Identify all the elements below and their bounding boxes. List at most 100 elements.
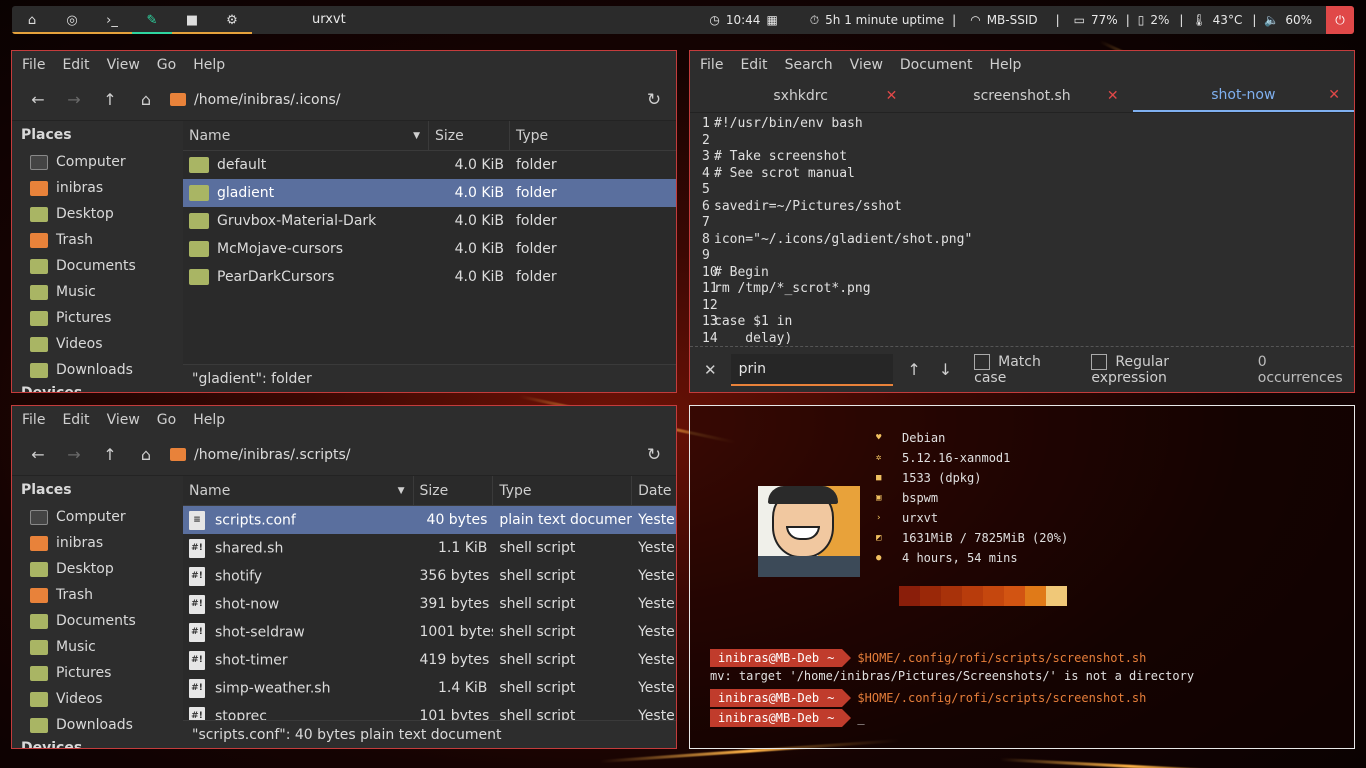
- table-row[interactable]: #!shared.sh 1.1 KiB shell script Yester: [183, 534, 676, 562]
- text-file-icon: ≡: [189, 510, 205, 530]
- menu-help[interactable]: Help: [989, 57, 1021, 73]
- volume-widget[interactable]: 🔈 60%: [1264, 13, 1312, 27]
- wifi-widget[interactable]: ◠ MB-SSID: [970, 13, 1037, 27]
- table-row[interactable]: #!shot-timer 419 bytes shell script Yester: [183, 646, 676, 674]
- reload-button[interactable]: ↻: [640, 90, 668, 110]
- table-row[interactable]: #! shot-seldraw 1001 bytes shell script Yest…: [183, 618, 676, 646]
- folder-icon: [189, 213, 209, 229]
- workspace-2[interactable]: ◎: [52, 6, 92, 34]
- tab-screenshot-sh[interactable]: screenshot.sh ✕: [911, 79, 1132, 112]
- menu-view[interactable]: View: [107, 412, 140, 428]
- close-icon[interactable]: ✕: [1107, 88, 1119, 104]
- back-button[interactable]: ←: [20, 437, 56, 473]
- regex-checkbox[interactable]: Regular expression: [1091, 353, 1245, 386]
- sidebar-item-pictures[interactable]: Pictures: [12, 305, 183, 331]
- menu-file[interactable]: File: [22, 412, 45, 428]
- workspace-3[interactable]: ›_: [92, 6, 132, 34]
- code-line: 8 icon="~/.icons/gladient/shot.png": [702, 231, 973, 247]
- power-button[interactable]: ⏻: [1326, 6, 1354, 34]
- previous-match-button[interactable]: ↑: [907, 360, 920, 379]
- sidebar-item-pictures[interactable]: Pictures: [12, 660, 183, 686]
- file-date-cell: Yester: [638, 680, 676, 696]
- close-find-icon[interactable]: ✕: [704, 361, 717, 379]
- menu-go[interactable]: Go: [157, 412, 176, 428]
- table-row[interactable]: default 4.0 KiB folder: [183, 151, 676, 179]
- sidebar-item-videos[interactable]: Videos: [12, 686, 183, 712]
- col-type[interactable]: Type: [510, 121, 675, 150]
- sidebar-item-desktop[interactable]: Desktop: [12, 556, 183, 582]
- sidebar-item-videos[interactable]: Videos: [12, 331, 183, 357]
- up-button[interactable]: ↑: [92, 82, 128, 118]
- workspace-5[interactable]: ■: [172, 6, 212, 34]
- menu-edit[interactable]: Edit: [62, 412, 89, 428]
- menu-view[interactable]: View: [107, 57, 140, 73]
- col-type[interactable]: Type: [493, 476, 633, 505]
- table-row[interactable]: gladient 4.0 KiB folder: [183, 179, 676, 207]
- clock[interactable]: ◷ 10:44 ▦: [709, 13, 777, 27]
- location-bar[interactable]: /home/inibras/.icons/: [170, 85, 640, 115]
- workspace-4[interactable]: ✎: [132, 6, 172, 34]
- menu-document[interactable]: Document: [900, 57, 973, 73]
- col-size[interactable]: Size: [414, 476, 494, 505]
- sidebar-item-desktop[interactable]: Desktop: [12, 201, 183, 227]
- close-icon[interactable]: ✕: [1328, 87, 1340, 103]
- menu-help[interactable]: Help: [193, 412, 225, 428]
- table-row[interactable]: #!shot-now 391 bytes shell script Yester: [183, 590, 676, 618]
- tab-shot-now[interactable]: shot-now ✕: [1132, 79, 1354, 112]
- line-number: 11: [702, 281, 718, 296]
- terminal-window[interactable]: ♥ Debian ✲ 5.12.16-xanmod1 ■ 1533 (dpkg) ▣ bspw…: [689, 405, 1355, 749]
- workspace-6[interactable]: ⚙: [212, 6, 252, 34]
- table-row[interactable]: #!shotify 356 bytes shell script Yester: [183, 562, 676, 590]
- sidebar-item-trash[interactable]: Trash: [12, 582, 183, 608]
- match-case-checkbox[interactable]: Match case: [974, 353, 1075, 386]
- close-icon[interactable]: ✕: [886, 88, 898, 104]
- up-button[interactable]: ↑: [92, 437, 128, 473]
- menu-search[interactable]: Search: [785, 57, 833, 73]
- sidebar-item-music[interactable]: Music: [12, 279, 183, 305]
- reload-button[interactable]: ↻: [640, 445, 668, 465]
- file-size-cell: 419 bytes: [419, 652, 490, 668]
- table-row[interactable]: PearDarkCursors 4.0 KiB folder: [183, 263, 676, 291]
- table-row[interactable]: ≡ scripts.conf 40 bytes plain text document…: [183, 506, 676, 534]
- sidebar-item-inibras[interactable]: inibras: [12, 175, 183, 201]
- home-button[interactable]: ⌂: [128, 437, 164, 473]
- table-row[interactable]: Gruvbox-Material-Dark 4.0 KiB folder: [183, 207, 676, 235]
- menu-file[interactable]: File: [700, 57, 723, 73]
- sidebar-item-inibras[interactable]: inibras: [12, 530, 183, 556]
- home-button[interactable]: ⌂: [128, 82, 164, 118]
- tab-sxhkdrc[interactable]: sxhkdrc ✕: [690, 79, 911, 112]
- code-editor[interactable]: 1 #!/usr/bin/env bash 2 3 # Take screenshot 4…: [690, 113, 1354, 347]
- sidebar-item-documents[interactable]: Documents: [12, 253, 183, 279]
- reload-icon: ↻: [646, 444, 662, 465]
- menu-go[interactable]: Go: [157, 57, 176, 73]
- sidebar-item-documents[interactable]: Documents: [12, 608, 183, 634]
- workspace-1[interactable]: ⌂: [12, 6, 52, 34]
- col-date[interactable]: Date: [632, 476, 676, 505]
- location-bar[interactable]: /home/inibras/.scripts/: [170, 440, 640, 470]
- menu-edit[interactable]: Edit: [62, 57, 89, 73]
- sidebar-item-downloads[interactable]: Downloads: [12, 712, 183, 738]
- table-row[interactable]: #!stoprec101 bytesshell scriptYester: [183, 702, 676, 722]
- menu-view[interactable]: View: [850, 57, 883, 73]
- table-row[interactable]: McMojave-cursors 4.0 KiB folder: [183, 235, 676, 263]
- menu-edit[interactable]: Edit: [740, 57, 767, 73]
- sidebar-item-trash[interactable]: Trash: [12, 227, 183, 253]
- forward-button[interactable]: →: [56, 82, 92, 118]
- col-name[interactable]: Name ▼: [183, 476, 414, 505]
- next-match-button[interactable]: ↓: [939, 360, 952, 379]
- folder-icon: [30, 717, 48, 733]
- col-size[interactable]: Size: [429, 121, 510, 150]
- back-button[interactable]: ←: [20, 82, 56, 118]
- forward-button[interactable]: →: [56, 437, 92, 473]
- file-type-cell: folder: [516, 185, 557, 201]
- find-input[interactable]: prin: [730, 353, 894, 386]
- sidebar-item-computer[interactable]: Computer: [12, 504, 183, 530]
- menu-file[interactable]: File: [22, 57, 45, 73]
- sidebar-item-music[interactable]: Music: [12, 634, 183, 660]
- col-name[interactable]: Name ▼: [183, 121, 429, 150]
- menu-help[interactable]: Help: [193, 57, 225, 73]
- table-row[interactable]: #! simp-weather.sh 1.4 KiB shell script Yest…: [183, 674, 676, 702]
- sidebar-item-downloads[interactable]: Downloads: [12, 357, 183, 383]
- volume-icon: 🔈: [1264, 13, 1280, 27]
- sidebar-item-computer[interactable]: Computer: [12, 149, 183, 175]
